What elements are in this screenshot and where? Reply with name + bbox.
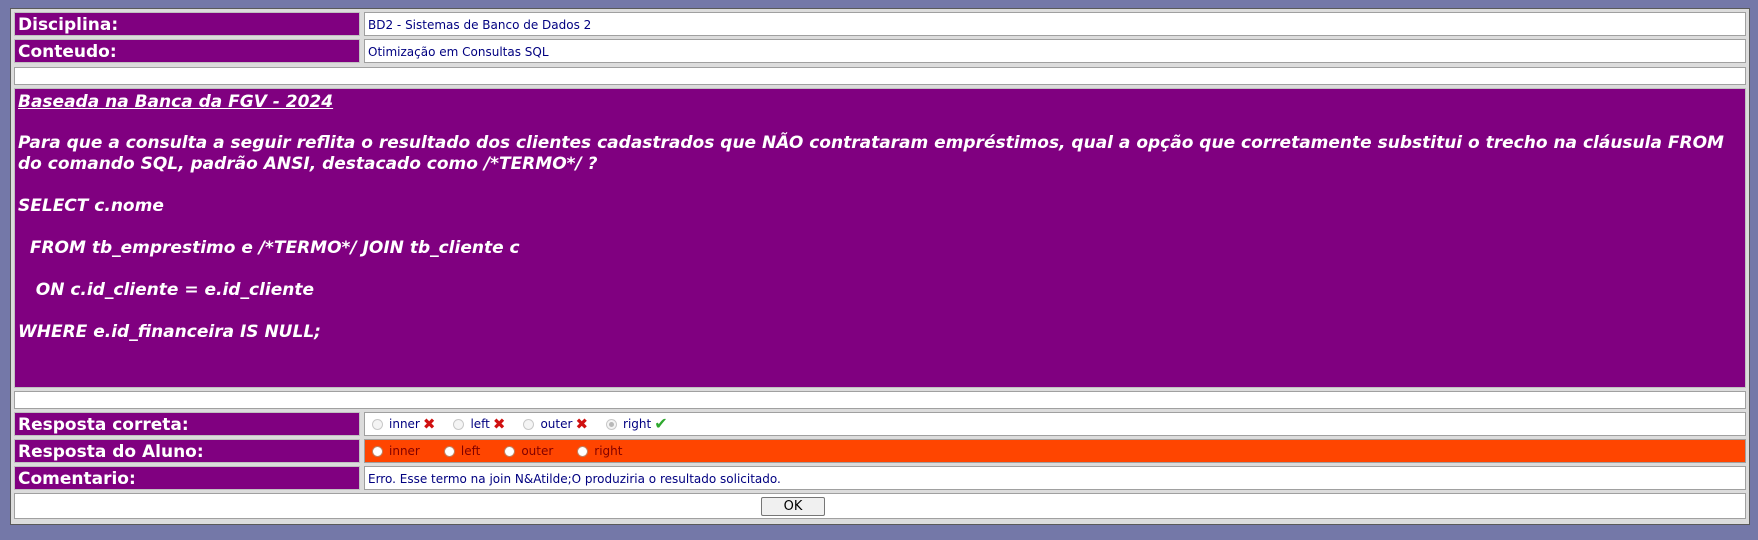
sql-line: WHERE e.id_financeira IS NULL;: [18, 322, 1742, 343]
radio-button[interactable]: [444, 446, 455, 457]
resposta-aluno-row: Resposta do Aluno: inner left outer righ…: [14, 439, 1746, 463]
resposta-correta-options: inner✖ left✖ outer✖ right✔: [364, 412, 1746, 436]
resposta-correta-row: Resposta correta: inner✖ left✖ outer✖ ri…: [14, 412, 1746, 436]
resposta-aluno-label: Resposta do Aluno:: [14, 439, 360, 463]
radio-button: [453, 419, 464, 430]
question-table: Disciplina: BD2 - Sistemas de Banco de D…: [10, 8, 1750, 525]
disciplina-row: Disciplina: BD2 - Sistemas de Banco de D…: [14, 12, 1746, 36]
sql-code: SELECT c.nome FROM tb_emprestimo e /*TER…: [18, 196, 1742, 343]
radio-button[interactable]: [504, 446, 515, 457]
option-inner: inner✖: [372, 412, 435, 436]
comentario-row: Comentario: Erro. Esse termo na join N&A…: [14, 466, 1746, 490]
conteudo-value: Otimização em Consultas SQL: [364, 39, 1746, 63]
spacer-row: [14, 67, 1746, 85]
radio-button[interactable]: [372, 446, 383, 457]
option-left: left ✖: [453, 412, 505, 436]
spacer-row: [14, 391, 1746, 409]
radio-button: [372, 419, 383, 430]
x-mark-icon: ✖: [575, 418, 588, 430]
option-label: left: [461, 439, 480, 463]
resposta-aluno-options: inner left outer right: [364, 439, 1746, 463]
disciplina-value: BD2 - Sistemas de Banco de Dados 2: [364, 12, 1746, 36]
option-label: outer: [540, 412, 572, 436]
conteudo-row: Conteudo: Otimização em Consultas SQL: [14, 39, 1746, 63]
option-label: inner: [389, 439, 420, 463]
radio-button-selected: [606, 419, 617, 430]
option-label: right: [623, 412, 651, 436]
comentario-label: Comentario:: [14, 466, 360, 490]
sql-line: SELECT c.nome: [18, 196, 1742, 217]
disciplina-label: Disciplina:: [14, 12, 360, 36]
student-option-outer[interactable]: outer: [504, 439, 553, 463]
student-option-left[interactable]: left: [444, 439, 480, 463]
question-panel: Baseada na Banca da FGV - 2024 Para que …: [14, 88, 1746, 388]
x-mark-icon: ✖: [423, 418, 436, 430]
comentario-value: Erro. Esse termo na join N&Atilde;O prod…: [364, 466, 1746, 490]
sql-line: FROM tb_emprestimo e /*TERMO*/ JOIN tb_c…: [18, 238, 1742, 259]
conteudo-label: Conteudo:: [14, 39, 360, 63]
x-mark-icon: ✖: [493, 418, 506, 430]
student-option-right[interactable]: right: [577, 439, 622, 463]
option-label: right: [594, 439, 622, 463]
student-option-inner[interactable]: inner: [372, 439, 420, 463]
sql-line: ON c.id_cliente = e.id_cliente: [18, 280, 1742, 301]
radio-button: [523, 419, 534, 430]
option-outer: outer✖: [523, 412, 588, 436]
question-text: Para que a consulta a seguir reflita o r…: [18, 133, 1742, 175]
radio-button[interactable]: [577, 446, 588, 457]
resposta-correta-label: Resposta correta:: [14, 412, 360, 436]
option-label: left: [470, 412, 489, 436]
ok-button[interactable]: OK: [761, 497, 825, 516]
ok-row: OK: [14, 493, 1746, 519]
check-icon: ✔: [654, 418, 667, 430]
option-right: right✔: [606, 412, 668, 436]
question-title: Baseada na Banca da FGV - 2024: [18, 92, 1742, 113]
option-label: inner: [389, 412, 420, 436]
option-label: outer: [521, 439, 553, 463]
page-frame: Disciplina: BD2 - Sistemas de Banco de D…: [0, 0, 1758, 540]
